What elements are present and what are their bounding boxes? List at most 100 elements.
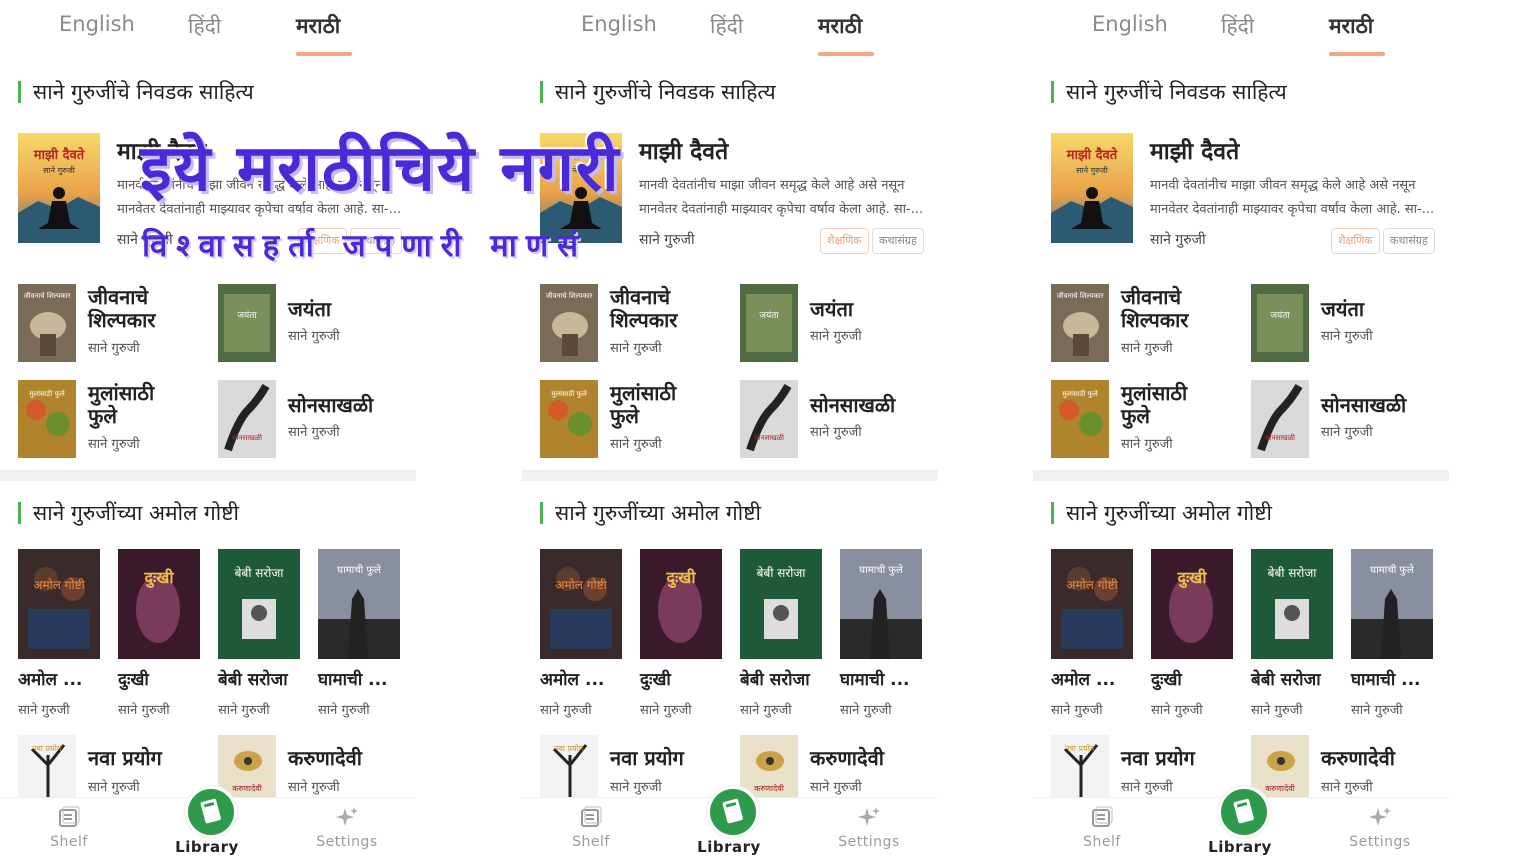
book-cover-text: दुःखी: [144, 568, 175, 588]
book-title-line1: मुलांसाठी: [88, 381, 155, 405]
book-item[interactable]: जयंता जयंता साने गुरुजी: [740, 284, 938, 364]
featured-book-title[interactable]: माझी दैवते: [1150, 134, 1239, 166]
book-card[interactable]: दुःखी दुःखी साने गुरुजी: [118, 549, 200, 718]
book-title-line2: शिल्पकार: [1121, 308, 1189, 332]
book-card[interactable]: अमोल गोष्टी अमोल ... साने गुरुजी: [1051, 549, 1133, 718]
chip-story-collection[interactable]: कथासंग्रह: [1383, 228, 1435, 254]
nav-settings[interactable]: Settings: [819, 798, 919, 865]
featured-desc-line1: मानवी देवतांनीच माझा जीवन समृद्ध केले आह…: [1150, 178, 1416, 193]
nav-settings[interactable]: Settings: [1330, 798, 1430, 865]
book-cover-text: अमोल गोष्टी: [555, 578, 607, 592]
book-card[interactable]: घामाची फुले घामाची ... साने गुरुजी: [318, 549, 400, 718]
book-author: साने गुरुजी: [640, 703, 692, 718]
book-title: दुःखी: [640, 670, 671, 690]
featured-book-title[interactable]: माझी दैवते: [639, 134, 728, 166]
chip-story-collection[interactable]: कथासंग्रह: [872, 228, 924, 254]
book-card[interactable]: घामाची फुले घामाची ... साने गुरुजी: [1351, 549, 1433, 718]
book-cover: सोनसाखळी: [218, 380, 276, 458]
nav-shelf[interactable]: Shelf: [19, 798, 119, 865]
featured-desc-line2: मानवेतर देवतांनाही माझ्यावर कृपेचा वर्षा…: [639, 202, 924, 217]
featured-book-cover[interactable]: माझी दैवते साने गुरुजी: [18, 133, 100, 243]
book-item[interactable]: सोनसाखळी सोनसाखळी साने गुरुजी: [218, 380, 416, 460]
book-author: साने गुरुजी: [1051, 703, 1103, 718]
book-cover: बेबी सरोजा: [1251, 549, 1333, 659]
tab-english[interactable]: English: [59, 12, 135, 36]
book-cover: घामाची फुले: [840, 549, 922, 659]
book-item[interactable]: जयंता जयंता साने गुरुजी: [218, 284, 416, 364]
tab-marathi[interactable]: मराठी: [296, 12, 340, 40]
book-item[interactable]: जयंता जयंता साने गुरुजी: [1251, 284, 1449, 364]
book-card[interactable]: अमोल गोष्टी अमोल ... साने गुरुजी: [18, 549, 100, 718]
nav-library[interactable]: Library: [1190, 786, 1290, 865]
book-cover: बेबी सरोजा: [740, 549, 822, 659]
book-cover: सोनसाखळी: [740, 380, 798, 458]
tab-english[interactable]: English: [1092, 12, 1168, 36]
book-cover: दुःखी: [118, 549, 200, 659]
book-card[interactable]: घामाची फुले घामाची ... साने गुरुजी: [840, 549, 922, 718]
book-card[interactable]: बेबी सरोजा बेबी सरोजा साने गुरुजी: [218, 549, 300, 718]
book-item[interactable]: जीवनाचे शिल्पकार जीवनाचे शिल्पकार साने गु…: [18, 284, 218, 364]
tab-marathi[interactable]: मराठी: [818, 12, 862, 40]
nav-shelf[interactable]: Shelf: [1052, 798, 1152, 865]
nav-library[interactable]: Library: [679, 786, 779, 865]
featured-cover-author: साने गुरुजी: [43, 165, 76, 176]
book-title-line1: मुलांसाठी: [610, 381, 677, 405]
book-author: साने गुरुजी: [1351, 703, 1403, 718]
book-card[interactable]: बेबी सरोजा बेबी सरोजा साने गुरुजी: [1251, 549, 1333, 718]
book-title: करुणादेवी: [810, 746, 884, 770]
book-item[interactable]: सोनसाखळी सोनसाखळी साने गुरुजी: [1251, 380, 1449, 460]
book-author: साने गुरुजी: [810, 425, 862, 440]
book-card[interactable]: बेबी सरोजा बेबी सरोजा साने गुरुजी: [740, 549, 822, 718]
library-book-icon: [707, 786, 759, 838]
book-item[interactable]: जीवनाचे शिल्पकार जीवनाचे शिल्पकार साने गु…: [1051, 284, 1251, 364]
book-title-line2: फुले: [88, 404, 117, 428]
book-card[interactable]: दुःखी दुःखी साने गुरुजी: [1151, 549, 1233, 718]
book-cover: जयंता: [1251, 284, 1309, 362]
tab-hindi[interactable]: हिंदी: [188, 12, 221, 40]
featured-book-cover[interactable]: माझी दैवते साने गुरुजी: [1051, 133, 1133, 243]
nav-shelf-label: Shelf: [572, 834, 610, 850]
chip-educational[interactable]: शैक्षणिक: [1331, 228, 1380, 254]
featured-cover-author: साने गुरुजी: [1076, 165, 1109, 176]
book-item[interactable]: मुलांसाठी फुले मुलांसाठी फुले साने गुरुजी: [1051, 380, 1251, 460]
settings-sparkle-icon: [1368, 806, 1392, 830]
book-title-line1: जीवनाचे: [610, 285, 671, 309]
library-book-icon: [185, 786, 237, 838]
book-title: करुणादेवी: [1321, 746, 1395, 770]
book-item[interactable]: मुलांसाठी फुले मुलांसाठी फुले साने गुरुजी: [18, 380, 218, 460]
tab-hindi[interactable]: हिंदी: [710, 12, 743, 40]
book-cover: बेबी सरोजा: [218, 549, 300, 659]
book-card[interactable]: अमोल गोष्टी अमोल ... साने गुरुजी: [540, 549, 622, 718]
book-cover: अमोल गोष्टी: [1051, 549, 1133, 659]
bottom-navigation: Shelf Library Settings: [522, 786, 938, 865]
nav-shelf[interactable]: Shelf: [541, 798, 641, 865]
book-item[interactable]: सोनसाखळी सोनसाखळी साने गुरुजी: [740, 380, 938, 460]
section-title-precious-stories: साने गुरुजींच्या अमोल गोष्टी: [18, 502, 239, 524]
book-title: नवा प्रयोग: [88, 746, 162, 770]
tab-marathi[interactable]: मराठी: [1329, 12, 1373, 40]
book-cover: जीवनाचे शिल्पकार: [540, 284, 598, 362]
book-item[interactable]: जीवनाचे शिल्पकार जीवनाचे शिल्पकार साने गु…: [540, 284, 740, 364]
book-item[interactable]: मुलांसाठी फुले मुलांसाठी फुले साने गुरुजी: [540, 380, 740, 460]
overlay-subtitle: विश्वासहर्ता जपणारी माणसं: [142, 228, 588, 264]
book-title-line2: शिल्पकार: [88, 308, 156, 332]
nav-settings[interactable]: Settings: [297, 798, 397, 865]
book-author: साने गुरुजी: [1251, 703, 1303, 718]
book-title: अमोल ...: [1051, 670, 1116, 690]
book-author: साने गुरुजी: [288, 780, 340, 795]
book-card[interactable]: दुःखी दुःखी साने गुरुजी: [640, 549, 722, 718]
tab-english[interactable]: English: [581, 12, 657, 36]
book-cover-text: नवा प्रयोग: [1065, 743, 1095, 753]
language-tabs: English हिंदी मराठी: [1033, 0, 1449, 60]
tab-hindi[interactable]: हिंदी: [1221, 12, 1254, 40]
settings-sparkle-icon: [335, 806, 359, 830]
shelf-icon: [57, 806, 81, 830]
shelf-icon: [579, 806, 603, 830]
book-cover-text: करुणादेवी: [232, 783, 262, 793]
featured-cover-title: माझी दैवते: [1066, 147, 1118, 163]
chip-educational[interactable]: शैक्षणिक: [820, 228, 869, 254]
book-cover-text: सोनसाखळी: [754, 433, 784, 442]
book-title: नवा प्रयोग: [1121, 746, 1195, 770]
nav-library[interactable]: Library: [157, 786, 257, 865]
book-cover: मुलांसाठी फुले: [18, 380, 76, 458]
